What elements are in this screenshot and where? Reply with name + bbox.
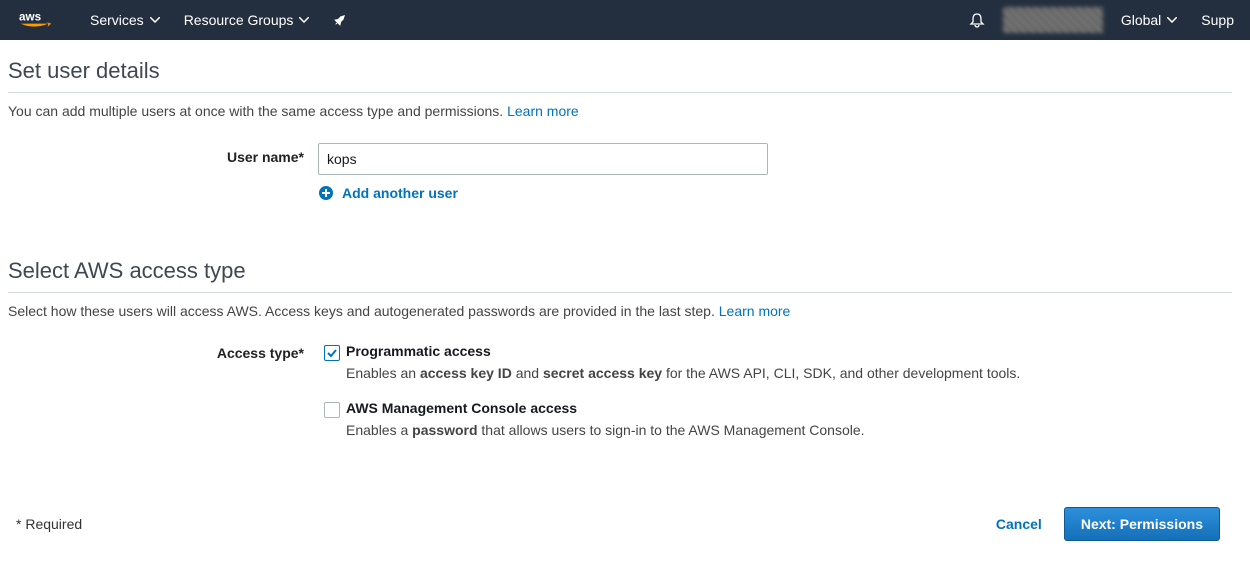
console-access-desc: Enables a password that allows users to … bbox=[346, 420, 1232, 441]
svg-text:aws: aws bbox=[19, 11, 42, 24]
chevron-down-icon bbox=[299, 17, 309, 23]
pin-icon[interactable] bbox=[333, 13, 347, 27]
aws-logo[interactable]: aws bbox=[16, 9, 66, 31]
add-another-user-link[interactable]: Add another user bbox=[318, 185, 458, 201]
nav-region-label: Global bbox=[1121, 12, 1161, 28]
access-type-console-row: AWS Management Console access Enables a … bbox=[8, 400, 1232, 441]
cancel-button[interactable]: Cancel bbox=[996, 516, 1042, 532]
bell-icon[interactable] bbox=[969, 12, 985, 28]
access-type-programmatic-row: Access type* Programmatic access Enables… bbox=[8, 343, 1232, 384]
set-user-details-desc: You can add multiple users at once with … bbox=[8, 103, 1232, 119]
nav-resource-groups[interactable]: Resource Groups bbox=[184, 12, 310, 28]
programmatic-access-checkbox[interactable] bbox=[324, 345, 340, 361]
required-note: * Required bbox=[16, 516, 82, 532]
divider bbox=[8, 92, 1232, 93]
access-type-label: Access type* bbox=[8, 343, 318, 361]
set-user-details-title: Set user details bbox=[8, 58, 1232, 84]
nav-support[interactable]: Supp bbox=[1201, 12, 1234, 28]
chevron-down-icon bbox=[150, 17, 160, 23]
nav-services-label: Services bbox=[90, 12, 144, 28]
select-access-type-title: Select AWS access type bbox=[8, 258, 1232, 284]
main-content: Set user details You can add multiple us… bbox=[0, 40, 1240, 561]
add-another-user-label: Add another user bbox=[342, 185, 458, 201]
console-access-title: AWS Management Console access bbox=[346, 400, 1232, 416]
nav-support-label: Supp bbox=[1201, 12, 1234, 28]
top-nav: aws Services Resource Groups Global Supp bbox=[0, 0, 1250, 40]
nav-services[interactable]: Services bbox=[90, 12, 160, 28]
console-access-checkbox[interactable] bbox=[324, 402, 340, 418]
nav-resource-groups-label: Resource Groups bbox=[184, 12, 294, 28]
programmatic-access-desc: Enables an access key ID and secret acce… bbox=[346, 363, 1232, 384]
nav-region[interactable]: Global bbox=[1121, 12, 1177, 28]
account-info-redacted bbox=[1003, 7, 1103, 33]
footer: * Required Cancel Next: Permissions bbox=[8, 497, 1232, 541]
programmatic-access-title: Programmatic access bbox=[346, 343, 1232, 359]
username-row: User name* Add another user bbox=[8, 143, 1232, 204]
next-permissions-button[interactable]: Next: Permissions bbox=[1064, 507, 1220, 541]
username-label: User name* bbox=[8, 143, 318, 165]
select-access-type-desc: Select how these users will access AWS. … bbox=[8, 303, 1232, 319]
username-input[interactable] bbox=[318, 143, 768, 175]
chevron-down-icon bbox=[1167, 17, 1177, 23]
learn-more-link[interactable]: Learn more bbox=[719, 303, 791, 319]
plus-circle-icon bbox=[318, 185, 334, 201]
divider bbox=[8, 292, 1232, 293]
learn-more-link[interactable]: Learn more bbox=[507, 103, 579, 119]
